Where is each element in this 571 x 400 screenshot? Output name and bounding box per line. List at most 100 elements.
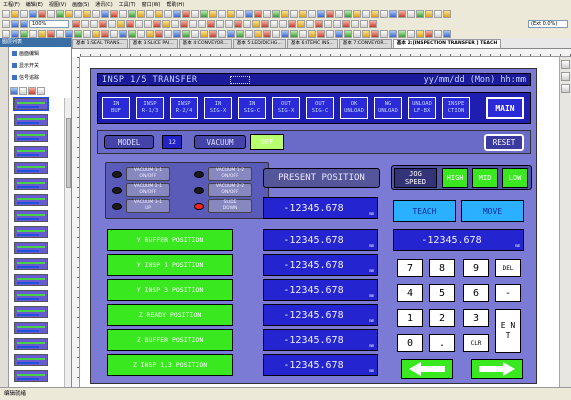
- speed-low-button[interactable]: LOW: [502, 168, 528, 188]
- toolbar-button-icon[interactable]: [344, 29, 352, 38]
- screen-thumbnail[interactable]: [14, 290, 48, 302]
- screen-thumbnail[interactable]: [14, 162, 48, 174]
- offset-combo[interactable]: (Ext 0.0%): [528, 20, 568, 28]
- nav-button[interactable]: IN SIG-X: [204, 97, 232, 119]
- toolbar-button-icon[interactable]: [317, 29, 325, 38]
- toolbar-button-icon[interactable]: [351, 20, 359, 28]
- toolbar-button-icon[interactable]: [2, 29, 10, 38]
- zoom-combo[interactable]: 100%: [29, 20, 69, 28]
- keypad-key[interactable]: DEL: [495, 259, 521, 277]
- toolbar-button-icon[interactable]: [180, 20, 188, 28]
- main-button[interactable]: MAIN: [486, 97, 524, 119]
- screen-thumbnail[interactable]: [14, 370, 48, 382]
- toolbar-button-icon[interactable]: [29, 29, 37, 38]
- screen-thumbnail[interactable]: [14, 274, 48, 286]
- screen-thumbnail[interactable]: [14, 226, 48, 238]
- toolbar-button-icon[interactable]: [119, 29, 127, 38]
- layer-icon[interactable]: [561, 84, 570, 93]
- toolbar-button-icon[interactable]: [299, 10, 307, 18]
- grid-icon[interactable]: [561, 72, 570, 81]
- toolbar-button-icon[interactable]: [137, 10, 145, 18]
- toolbar-button-icon[interactable]: [369, 20, 377, 28]
- toolbar-button-icon[interactable]: [335, 29, 343, 38]
- toolbar-button-icon[interactable]: [227, 29, 235, 38]
- toolbar-button-icon[interactable]: [398, 10, 406, 18]
- keypad-key[interactable]: 8: [429, 259, 455, 277]
- vacuum-3-1-button[interactable]: VACUUM 3-1 UP: [126, 199, 170, 213]
- toolbar-button-icon[interactable]: [218, 10, 226, 18]
- keypad-key[interactable]: 7: [397, 259, 423, 277]
- toolbar-button-icon[interactable]: [155, 29, 163, 38]
- toolbar-button-icon[interactable]: [342, 20, 350, 28]
- vacuum-2-1-button[interactable]: VACUUM 2-1 ON/OFF: [126, 183, 170, 197]
- enter-key[interactable]: E N T: [495, 309, 521, 353]
- toolbar-button-icon[interactable]: [326, 10, 334, 18]
- toolbar-button-icon[interactable]: [108, 20, 116, 28]
- toolbar-button-icon[interactable]: [290, 10, 298, 18]
- position-button[interactable]: Z INSP 1,3 POSITION: [107, 354, 233, 376]
- toolbar-button-icon[interactable]: [443, 29, 451, 38]
- entry-display[interactable]: -12345.678 mm: [393, 229, 524, 251]
- nav-button[interactable]: IN SIG-C: [238, 97, 266, 119]
- zoom-in-icon[interactable]: [11, 20, 19, 28]
- toolbar-button-icon[interactable]: [101, 10, 109, 18]
- toolbar-button-icon[interactable]: [254, 29, 262, 38]
- nav-button[interactable]: OUT SIG-C: [306, 97, 334, 119]
- panel-side-tabs[interactable]: [0, 47, 9, 387]
- toolbar-button-icon[interactable]: [198, 20, 206, 28]
- menu-item[interactable]: 工程(F): [0, 1, 23, 8]
- vacuum-toggle[interactable]: OFF: [250, 134, 284, 150]
- screen-thumbnail[interactable]: [14, 354, 48, 366]
- toolbar-button-icon[interactable]: [443, 10, 451, 18]
- position-button[interactable]: Y BUFFER POSITION: [107, 229, 233, 251]
- toolbar-button-icon[interactable]: [245, 29, 253, 38]
- toolbar-button-icon[interactable]: [56, 29, 64, 38]
- pointer-icon[interactable]: [2, 20, 10, 28]
- toolbar-button-icon[interactable]: [2, 10, 10, 18]
- move-button[interactable]: MOVE: [461, 200, 524, 222]
- toolbar-button-icon[interactable]: [360, 20, 368, 28]
- toolbar-button-icon[interactable]: [90, 20, 98, 28]
- thumbnail-scrollbar[interactable]: [64, 98, 71, 387]
- keypad-key[interactable]: .: [429, 334, 455, 352]
- panel-item-trace[interactable]: 信号追踪: [12, 74, 39, 81]
- toolbar-button-icon[interactable]: [263, 10, 271, 18]
- toolbar-button-icon[interactable]: [38, 10, 46, 18]
- toolbar-button-icon[interactable]: [191, 10, 199, 18]
- toolbar-button-icon[interactable]: [164, 29, 172, 38]
- screen-tab[interactable]: 基本 4:CONVEYOR...: [178, 39, 232, 48]
- toolbar-button-icon[interactable]: [380, 29, 388, 38]
- toolbar-button-icon[interactable]: [389, 10, 397, 18]
- toolbar-button-icon[interactable]: [11, 29, 19, 38]
- nav-button[interactable]: NG UNLOAD: [374, 97, 402, 119]
- toolbar-button-icon[interactable]: [270, 20, 278, 28]
- toolbar-button-icon[interactable]: [83, 29, 91, 38]
- toolbar-button-icon[interactable]: [38, 29, 46, 38]
- toolbar-button-icon[interactable]: [20, 10, 28, 18]
- toolbar-button-icon[interactable]: [65, 10, 73, 18]
- position-button[interactable]: Y INSP 3 POSITION: [107, 279, 233, 301]
- screen-thumbnail[interactable]: [14, 322, 48, 334]
- toolbar-button-icon[interactable]: [173, 29, 181, 38]
- toolbar-button-icon[interactable]: [216, 20, 224, 28]
- toolbar-button-icon[interactable]: [191, 29, 199, 38]
- toolbar-button-icon[interactable]: [371, 29, 379, 38]
- toolbar-button-icon[interactable]: [56, 10, 64, 18]
- toolbar-button-icon[interactable]: [281, 29, 289, 38]
- screen-tab[interactable]: 基本 5:LED/DICHG...: [232, 39, 286, 48]
- new-screen-icon[interactable]: [10, 87, 18, 95]
- toolbar-button-icon[interactable]: [288, 20, 296, 28]
- nav-button[interactable]: IN BUF: [102, 97, 130, 119]
- screen-thumbnail[interactable]: [14, 178, 48, 190]
- toolbar-button-icon[interactable]: [146, 10, 154, 18]
- toolbar-button-icon[interactable]: [99, 20, 107, 28]
- toolbar-button-icon[interactable]: [29, 10, 37, 18]
- toolbar-button-icon[interactable]: [126, 20, 134, 28]
- toolbar-button-icon[interactable]: [398, 29, 406, 38]
- toolbar-button-icon[interactable]: [92, 29, 100, 38]
- toolbar-button-icon[interactable]: [146, 29, 154, 38]
- toolbar-button-icon[interactable]: [207, 20, 215, 28]
- screen-thumbnail[interactable]: [14, 258, 48, 270]
- screen-thumbnail[interactable]: [14, 114, 48, 126]
- toolbar-button-icon[interactable]: [389, 29, 397, 38]
